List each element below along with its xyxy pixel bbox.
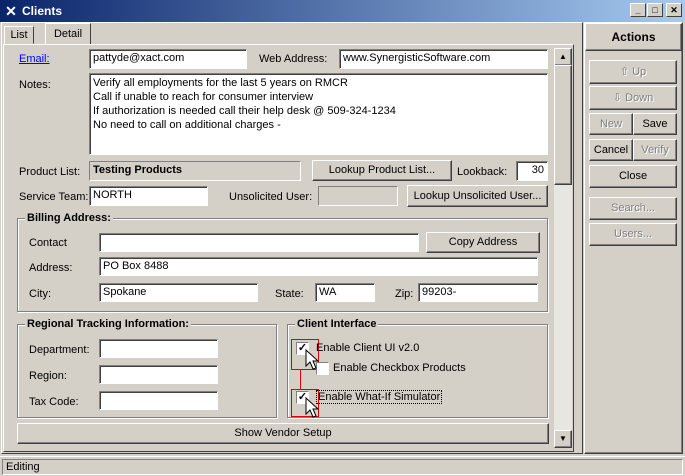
tab-detail-label: Detail — [53, 28, 83, 40]
tab-list[interactable]: List — [4, 26, 34, 44]
up-label: Up — [632, 66, 647, 78]
service-team-label: Service Team: — [19, 191, 89, 203]
tab-list-label: List — [10, 29, 28, 41]
address-field[interactable]: PO Box 8488 — [99, 257, 538, 276]
city-label: City: — [29, 288, 51, 300]
unsolicited-user-field — [318, 186, 398, 206]
lookup-unsolicited-user-button[interactable]: Lookup Unsolicited User... — [407, 185, 548, 207]
city-field[interactable]: Spokane — [99, 283, 258, 302]
status-text: Editing — [2, 459, 683, 475]
region-field[interactable] — [99, 365, 218, 384]
department-field[interactable] — [99, 339, 218, 358]
notes-textarea[interactable]: Verify all employments for the last 5 ye… — [89, 73, 548, 155]
notes-line: If authorization is needed call their he… — [93, 105, 396, 117]
contact-field[interactable] — [99, 233, 419, 252]
close-button[interactable]: Close — [589, 165, 677, 188]
enable-client-ui-label: Enable Client UI v2.0 — [316, 342, 420, 354]
highlight-connector — [300, 369, 301, 390]
arrow-up-icon: ⇧ — [619, 66, 633, 78]
product-list-field: Testing Products — [89, 161, 301, 181]
copy-address-button[interactable]: Copy Address — [426, 232, 540, 253]
address-label: Address: — [29, 262, 73, 274]
state-field[interactable]: WA — [315, 283, 375, 302]
zip-label: Zip: — [395, 288, 414, 300]
show-vendor-setup-button[interactable]: Show Vendor Setup — [17, 423, 549, 444]
notes-line: No need to call on additional charges - — [93, 119, 281, 131]
down-label: Down — [625, 92, 654, 104]
unsolicited-user-label: Unsolicited User: — [229, 191, 313, 203]
tax-code-label: Tax Code: — [29, 396, 79, 408]
lookback-field[interactable]: 30 — [516, 161, 548, 181]
tax-code-field[interactable] — [99, 391, 218, 410]
service-team-field[interactable]: NORTH — [89, 186, 208, 206]
notes-line: Call if unable to reach for consumer int… — [93, 91, 314, 103]
region-label: Region: — [29, 370, 67, 382]
up-button[interactable]: ⇧ Up — [589, 60, 677, 84]
down-button[interactable]: ⇩ Down — [589, 86, 677, 110]
cancel-button[interactable]: Cancel — [589, 139, 633, 161]
scroll-down-arrow-icon[interactable]: ▼ — [554, 430, 572, 448]
state-label: State: — [275, 288, 304, 300]
scrollbar-thumb[interactable] — [554, 65, 572, 185]
notes-line: Verify all employments for the last 5 ye… — [93, 77, 348, 89]
enable-checkbox-products-label: Enable Checkbox Products — [333, 362, 466, 374]
search-button[interactable]: Search... — [589, 197, 677, 220]
actions-header: Actions — [585, 23, 682, 51]
verify-button[interactable]: Verify — [633, 139, 677, 161]
enable-whatif-label: Enable What-If Simulator — [316, 390, 443, 404]
product-list-label: Product List: — [19, 166, 81, 178]
client-interface-title: Client Interface — [295, 318, 379, 330]
new-button[interactable]: New — [589, 113, 633, 135]
contact-label: Contact — [29, 237, 67, 249]
web-address-label: Web Address: — [259, 53, 328, 65]
zip-field[interactable]: 99203- — [418, 283, 538, 302]
x-app-icon: ✕ — [5, 3, 17, 19]
status-bar: Editing — [0, 456, 685, 476]
notes-label: Notes: — [19, 79, 51, 91]
users-button[interactable]: Users... — [589, 223, 677, 246]
mouse-pointer-icon — [305, 349, 319, 370]
arrow-down-icon: ⇩ — [612, 92, 626, 104]
billing-address-title: Billing Address: — [25, 212, 113, 224]
tab-detail[interactable]: Detail — [45, 23, 91, 45]
department-label: Department: — [29, 344, 90, 356]
minimize-button[interactable]: _ — [630, 3, 646, 17]
save-button[interactable]: Save — [633, 113, 677, 135]
title-bar: ✕ Clients _ □ ✕ — [0, 0, 685, 22]
close-window-button[interactable]: ✕ — [666, 3, 682, 17]
email-field[interactable]: pattyde@xact.com — [89, 49, 247, 69]
regional-tracking-title: Regional Tracking Information: — [25, 318, 191, 330]
maximize-button[interactable]: □ — [647, 3, 663, 17]
web-address-field[interactable]: www.SynergisticSoftware.com — [339, 49, 548, 69]
scroll-up-arrow-icon[interactable]: ▲ — [554, 48, 572, 66]
lookup-product-list-button[interactable]: Lookup Product List... — [312, 160, 452, 181]
mouse-pointer-icon — [305, 397, 319, 418]
lookback-label: Lookback: — [457, 166, 508, 178]
email-link[interactable]: Email: — [19, 53, 50, 65]
window-title: Clients — [22, 4, 63, 18]
